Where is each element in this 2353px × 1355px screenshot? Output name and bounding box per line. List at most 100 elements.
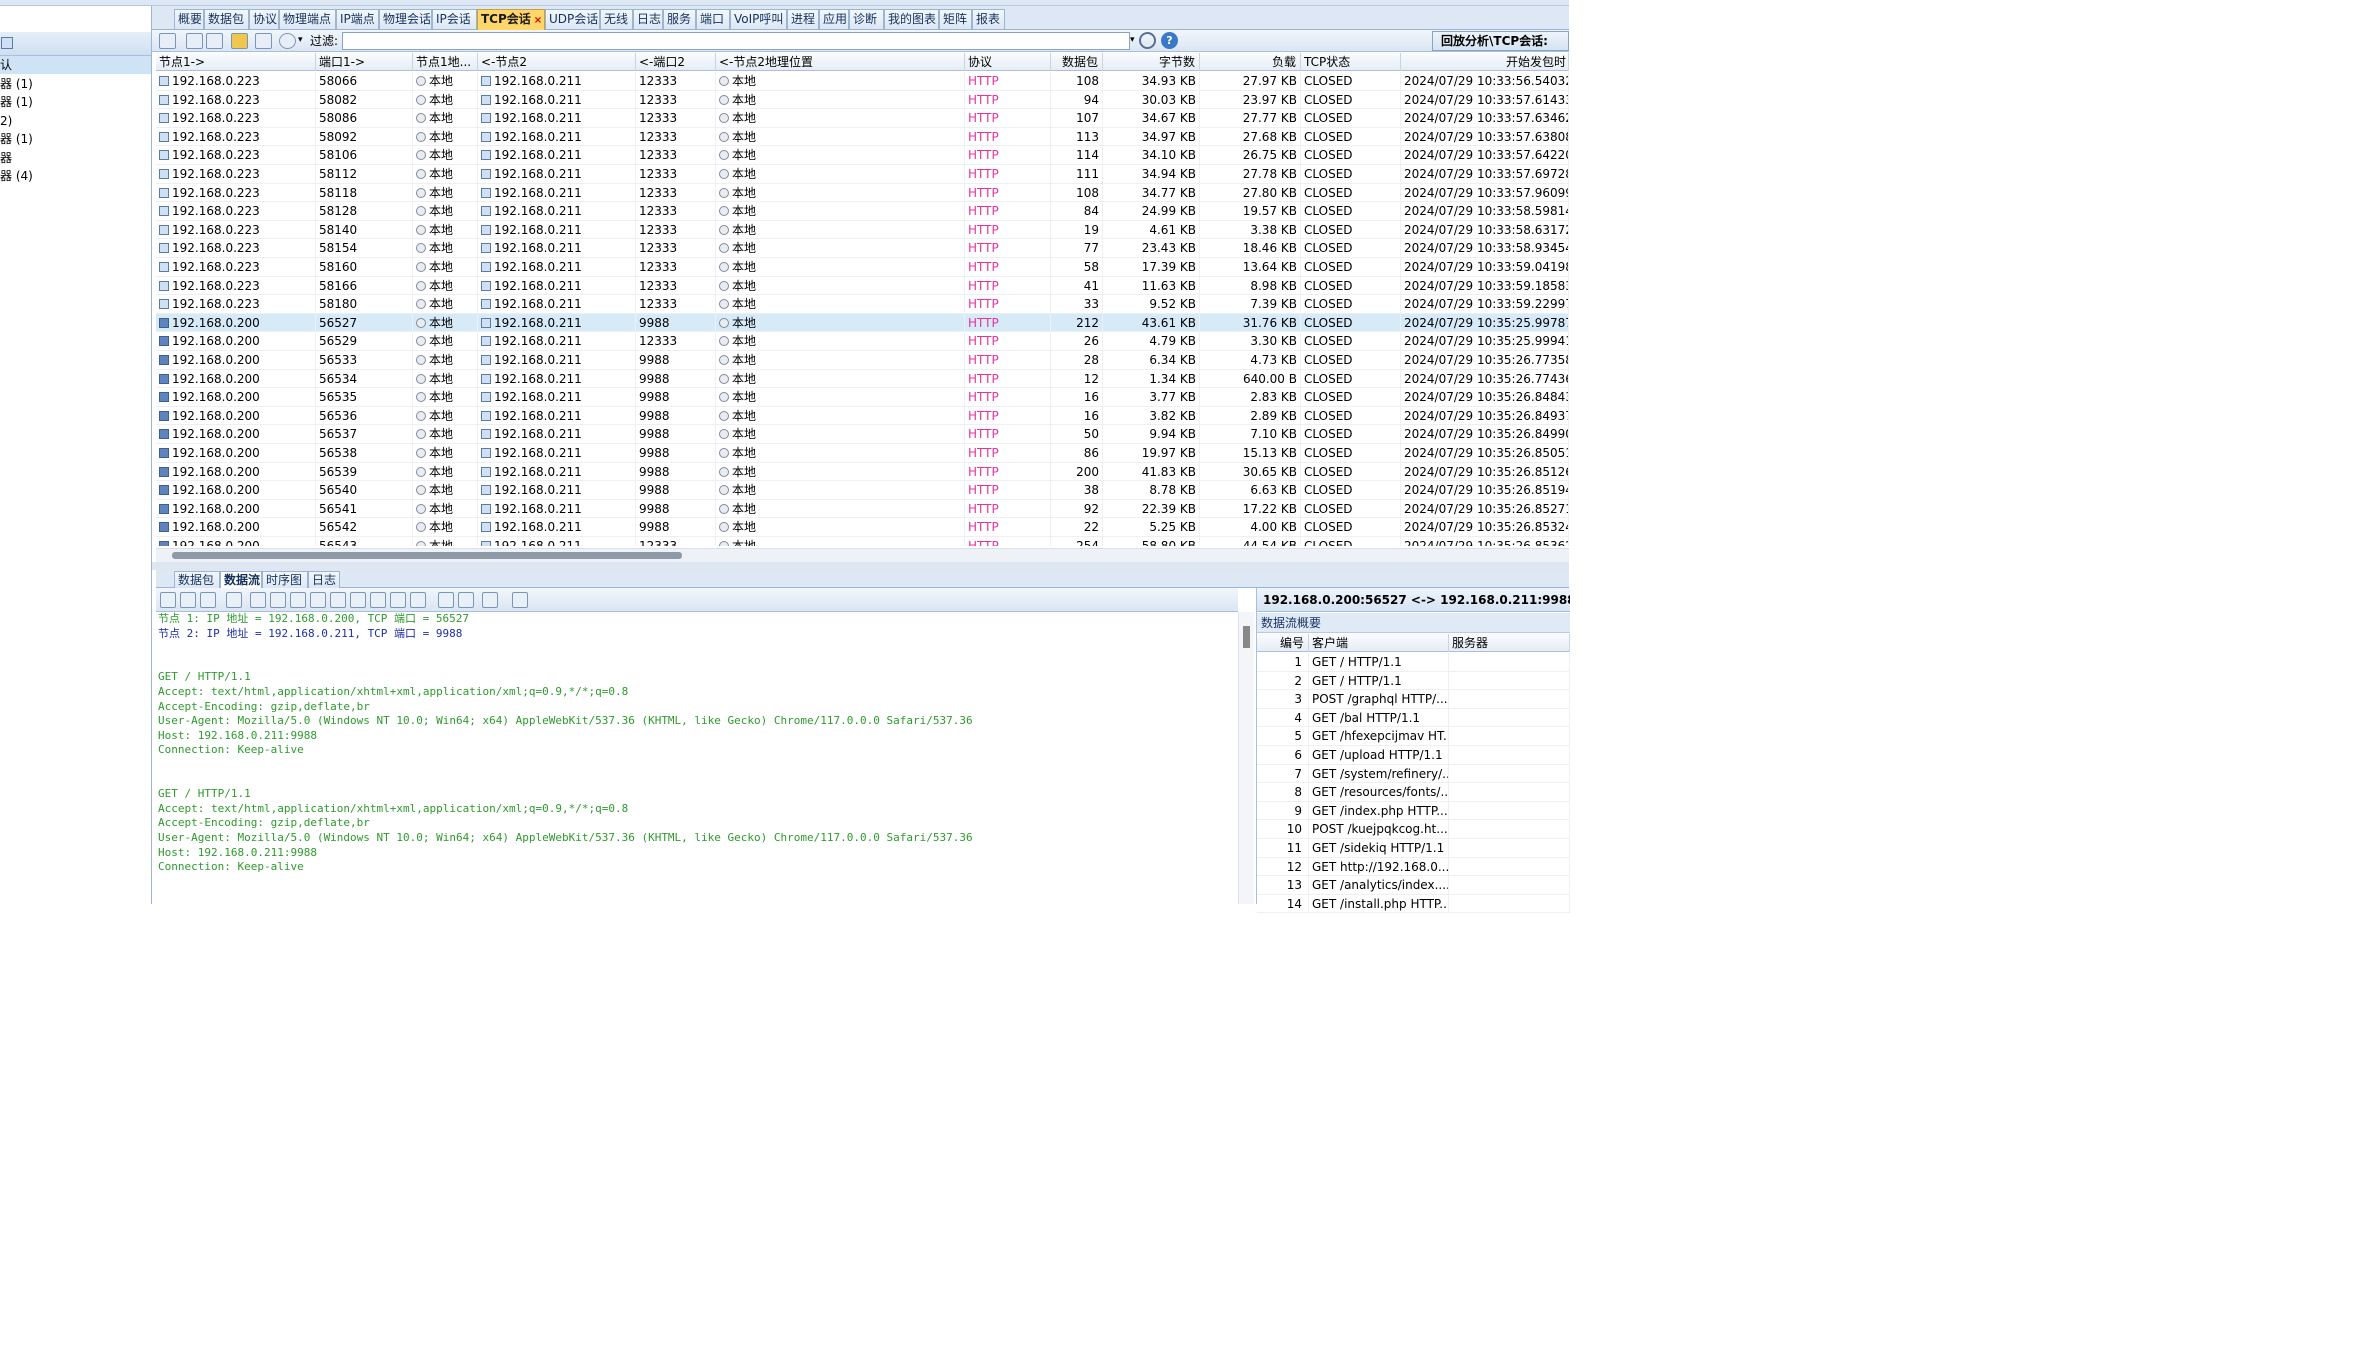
grid-column-header[interactable]: 负载 <box>1200 53 1301 71</box>
grid-column-header[interactable]: 协议 <box>965 53 1051 71</box>
summary-row[interactable]: 6 GET /upload HTTP/1.1 <box>1257 746 1570 765</box>
left-tree-item[interactable]: 器 (1) <box>0 130 151 148</box>
table-row[interactable]: 192.168.0.200 56534 本地 192.168.0.211 9988 本地 H… <box>156 369 1569 389</box>
help-icon[interactable]: ? <box>1161 32 1178 49</box>
tab-0[interactable]: 概要 <box>174 9 204 29</box>
table-row[interactable]: 192.168.0.200 56529 本地 192.168.0.211 12333 本地… <box>156 332 1569 351</box>
summary-row[interactable]: 13 GET /analytics/index.... <box>1257 876 1570 895</box>
grid-horizontal-scrollbar[interactable] <box>156 548 1569 562</box>
table-row[interactable]: 192.168.0.200 56527 本地 192.168.0.211 9988 本地 H… <box>156 313 1569 333</box>
save-icon[interactable] <box>482 592 498 608</box>
stream-vertical-scrollbar[interactable] <box>1238 612 1254 904</box>
table-row[interactable]: 192.168.0.223 58166 本地 192.168.0.211 12333 本地… <box>156 276 1569 296</box>
table-row[interactable]: 192.168.0.223 58112 本地 192.168.0.211 12333 本地… <box>156 165 1569 184</box>
table-row[interactable]: 192.168.0.223 58180 本地 192.168.0.211 12333 本地… <box>156 295 1569 314</box>
pane-splitter[interactable] <box>152 562 1569 570</box>
tab-9[interactable]: 无线 <box>600 9 633 29</box>
summary-column[interactable]: 客户端 <box>1309 634 1449 652</box>
print-icon[interactable] <box>458 592 474 608</box>
tab-2[interactable]: 协议 <box>249 9 279 29</box>
zoom-200-icon[interactable] <box>290 592 306 608</box>
grid-column-header[interactable]: <-端口2 <box>636 53 716 71</box>
table-row[interactable]: 192.168.0.223 58066 本地 192.168.0.211 12333 本地… <box>156 72 1569 91</box>
utf8-icon[interactable] <box>410 592 426 608</box>
summary-row[interactable]: 11 GET /sidekiq HTTP/1.1 <box>1257 839 1570 858</box>
table-row[interactable]: 192.168.0.223 58118 本地 192.168.0.211 12333 本地… <box>156 183 1569 203</box>
tab-10[interactable]: 日志 <box>633 9 663 29</box>
summary-column[interactable]: 服务器 <box>1449 634 1570 652</box>
hex-icon[interactable] <box>370 592 386 608</box>
stream-server-icon[interactable] <box>200 592 216 608</box>
tab-17[interactable]: 我的图表 <box>884 9 939 29</box>
table-row[interactable]: 192.168.0.200 56533 本地 192.168.0.211 9988 本地 H… <box>156 351 1569 370</box>
decode-icon[interactable] <box>390 592 406 608</box>
table-row[interactable]: 192.168.0.200 56539 本地 192.168.0.211 9988 本地 H… <box>156 462 1569 482</box>
zoom-80-icon[interactable] <box>250 592 266 608</box>
prev-page-icon[interactable] <box>206 33 223 49</box>
summary-row[interactable]: 4 GET /bal HTTP/1.1 <box>1257 708 1570 728</box>
grid-column-header[interactable]: <-节点2 <box>478 53 636 71</box>
left-tree-item[interactable]: 器 (1) <box>0 75 151 93</box>
table-row[interactable]: 192.168.0.223 58106 本地 192.168.0.211 12333 本地… <box>156 146 1569 165</box>
filter-input[interactable] <box>342 32 1130 50</box>
summary-row[interactable]: 10 POST /kuejpqkcog.ht... <box>1257 820 1570 839</box>
table-row[interactable]: 192.168.0.223 58128 本地 192.168.0.211 12333 本地… <box>156 202 1569 221</box>
left-tree-item[interactable]: 器 (1) <box>0 93 151 111</box>
table-row[interactable]: 192.168.0.223 58140 本地 192.168.0.211 12333 本地… <box>156 220 1569 240</box>
tab-8[interactable]: UDP会话 <box>545 9 600 29</box>
table-row[interactable]: 192.168.0.223 58082 本地 192.168.0.211 12333 本地… <box>156 90 1569 110</box>
filter-dropdown-icon[interactable]: ▾ <box>1130 35 1135 45</box>
summary-row[interactable]: 3 POST /graphql HTTP/... <box>1257 690 1570 709</box>
table-row[interactable]: 192.168.0.223 58092 本地 192.168.0.211 12333 本地… <box>156 127 1569 147</box>
tab-15[interactable]: 应用 <box>819 9 849 29</box>
table-row[interactable]: 192.168.0.200 56535 本地 192.168.0.211 9988 本地 H… <box>156 388 1569 407</box>
tab-6[interactable]: IP会话 <box>432 9 477 29</box>
detail-tab-0[interactable]: 数据包 <box>174 571 220 588</box>
left-tree-item[interactable]: 认 <box>0 56 151 74</box>
grid-column-header[interactable]: 开始发包时 <box>1401 53 1569 71</box>
table-row[interactable]: 192.168.0.223 58154 本地 192.168.0.211 12333 本地… <box>156 239 1569 258</box>
detail-tab-3[interactable]: 日志 <box>308 571 340 588</box>
table-row[interactable]: 192.168.0.200 56538 本地 192.168.0.211 9988 本地 H… <box>156 444 1569 463</box>
table-row[interactable]: 192.168.0.200 56542 本地 192.168.0.211 9988 本地 H… <box>156 518 1569 537</box>
table-row[interactable]: 192.168.0.200 56543 本地 192.168.0.211 12333 本地… <box>156 537 1569 546</box>
grid-column-header[interactable]: 数据包 <box>1051 53 1103 71</box>
export-icon[interactable] <box>159 33 176 49</box>
table-row[interactable]: 192.168.0.223 58086 本地 192.168.0.211 12333 本地… <box>156 109 1569 128</box>
detail-tab-1[interactable]: 数据流 <box>220 571 262 588</box>
refresh-dropdown-icon[interactable] <box>522 592 528 608</box>
zoom-500-icon[interactable] <box>310 592 326 608</box>
tab-19[interactable]: 报表 <box>972 9 1005 29</box>
refresh-dropdown-icon[interactable]: ▾ <box>298 35 303 45</box>
tab-11[interactable]: 服务 <box>663 9 696 29</box>
grid-column-header[interactable]: 节点1-> <box>156 53 316 71</box>
table-row[interactable]: 192.168.0.200 56541 本地 192.168.0.211 9988 本地 H… <box>156 499 1569 519</box>
summary-row[interactable]: 9 GET /index.php HTTP... <box>1257 801 1570 821</box>
summary-row[interactable]: 7 GET /system/refinery/... <box>1257 764 1570 784</box>
tab-3[interactable]: 物理端点 <box>279 9 336 29</box>
tab-12[interactable]: 端口 <box>696 9 730 29</box>
refresh-icon[interactable] <box>279 33 296 49</box>
detail-tab-2[interactable]: 时序图 <box>262 571 308 588</box>
tab-16[interactable]: 诊断 <box>849 9 884 29</box>
table-row[interactable]: 192.168.0.200 56540 本地 192.168.0.211 9988 本地 H… <box>156 481 1569 500</box>
search-icon[interactable] <box>1139 32 1156 49</box>
table-row[interactable]: 192.168.0.223 58160 本地 192.168.0.211 12333 本地… <box>156 258 1569 277</box>
copy-icon[interactable] <box>226 592 242 608</box>
grid-scroll-thumb[interactable] <box>172 552 682 559</box>
ascii-icon[interactable] <box>350 592 366 608</box>
table-row[interactable]: 192.168.0.200 56536 本地 192.168.0.211 9988 本地 H… <box>156 406 1569 426</box>
tab-14[interactable]: 进程 <box>787 9 819 29</box>
tab-1[interactable]: 数据包 <box>204 9 249 29</box>
summary-column[interactable]: 编号 <box>1257 634 1309 652</box>
summary-row[interactable]: 1 GET / HTTP/1.1 <box>1257 653 1570 672</box>
summary-row[interactable]: 2 GET / HTTP/1.1 <box>1257 671 1570 691</box>
left-tree-item[interactable]: 2) <box>0 112 151 130</box>
node-view-icon[interactable] <box>231 33 248 49</box>
close-tab-icon[interactable]: × <box>534 15 542 26</box>
stream-scroll-thumb[interactable] <box>1243 626 1250 648</box>
stream-client-icon[interactable] <box>180 592 196 608</box>
left-tree-item[interactable]: 器 (4) <box>0 167 151 185</box>
tab-13[interactable]: VoIP呼叫 <box>730 9 787 29</box>
table-row[interactable]: 192.168.0.200 56537 本地 192.168.0.211 9988 本地 H… <box>156 425 1569 444</box>
